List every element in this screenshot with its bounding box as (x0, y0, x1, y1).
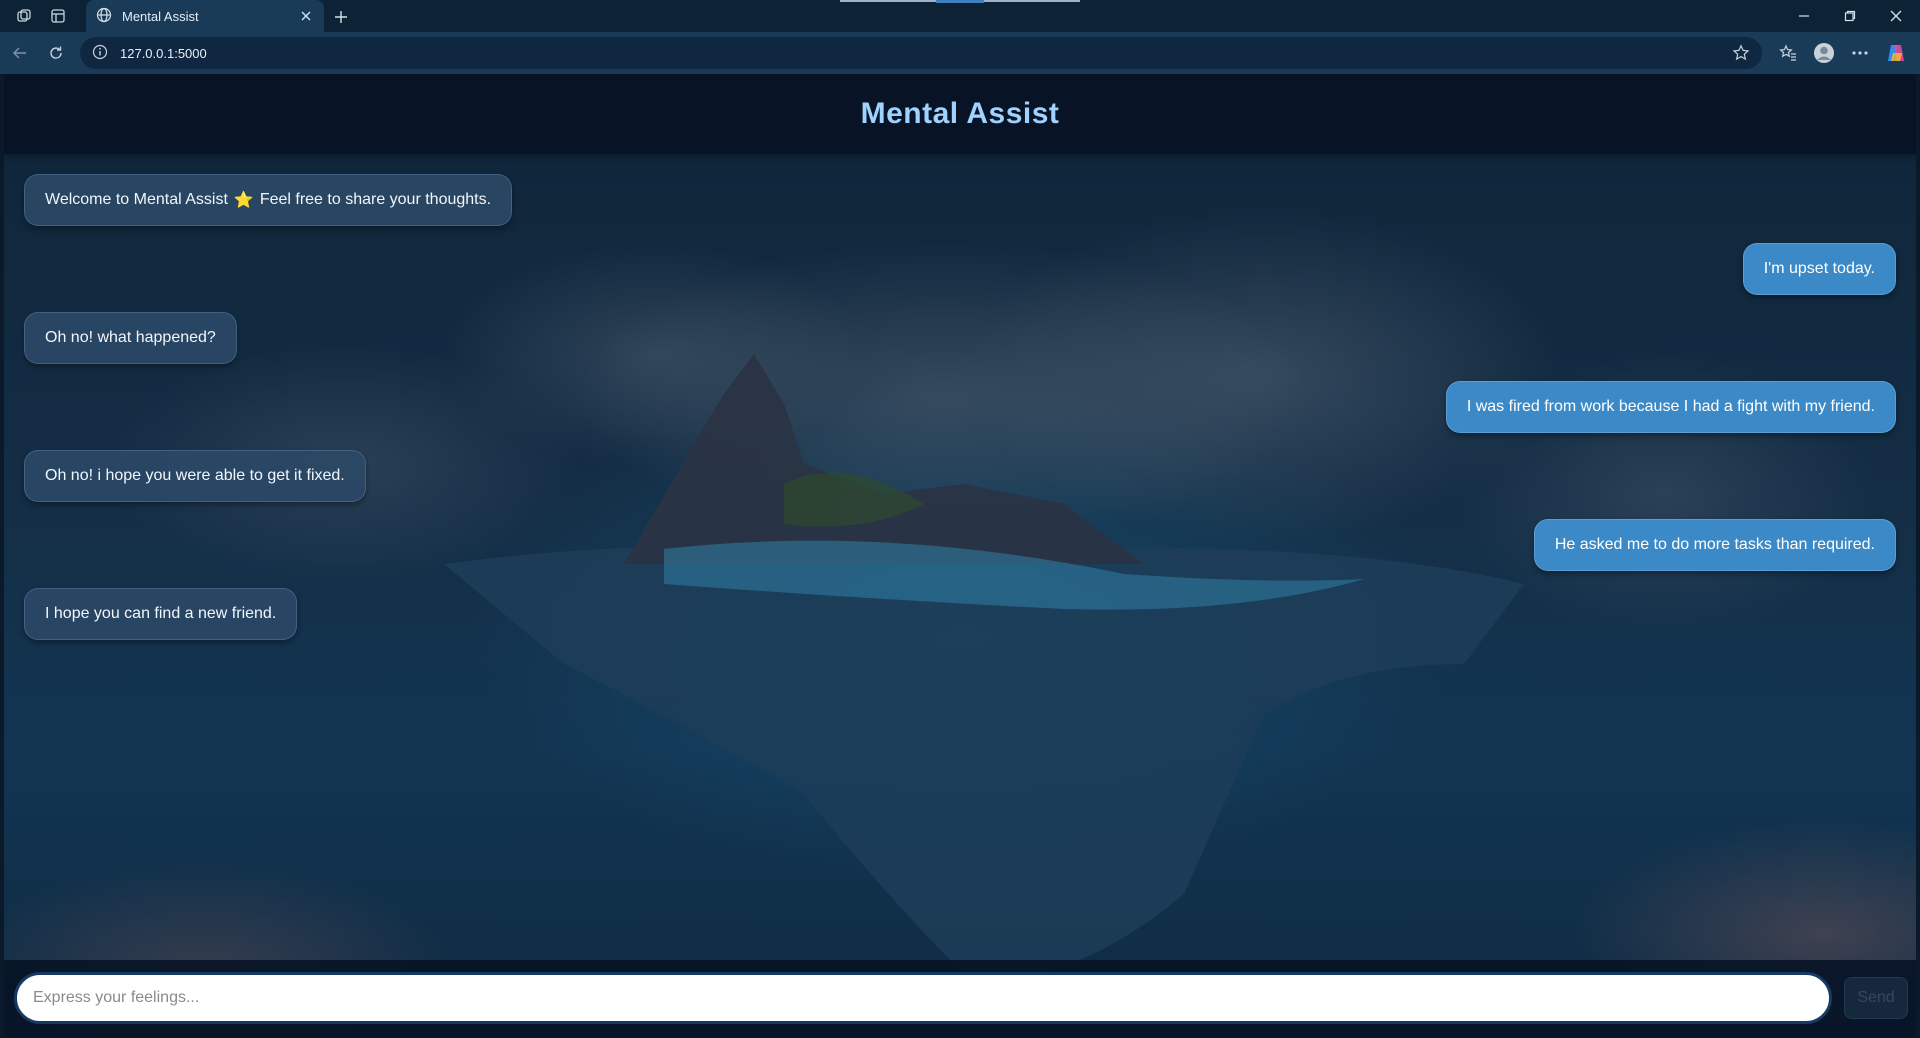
profile-avatar-icon[interactable] (1812, 41, 1836, 65)
restore-icon[interactable] (1838, 4, 1862, 28)
feelings-input[interactable] (14, 972, 1832, 1024)
bot-message: Oh no! i hope you were able to get it fi… (24, 450, 366, 502)
user-message: He asked me to do more tasks than requir… (1533, 519, 1896, 571)
more-options-icon[interactable] (1848, 41, 1872, 65)
bot-message: Oh no! what happened? (24, 312, 237, 364)
site-info-icon[interactable] (92, 44, 110, 62)
send-button[interactable]: Send (1844, 977, 1908, 1019)
copilot-icon[interactable] (1884, 41, 1908, 65)
bot-message: I hope you can find a new friend. (24, 588, 298, 640)
new-tab-icon[interactable] (330, 6, 352, 28)
favorites-icon[interactable] (1776, 41, 1800, 65)
star-emoji-icon: ⭐ (233, 192, 254, 209)
favorite-star-icon[interactable] (1732, 44, 1750, 62)
browser-tab[interactable]: Mental Assist (86, 0, 324, 32)
app-title: Mental Assist (860, 97, 1060, 130)
message-text: I hope you can find a new friend. (45, 605, 277, 622)
page-viewport: Mental Assist Welcome to Mental Assist ⭐… (4, 74, 1916, 1038)
message-text: Welcome to Mental Assist (45, 191, 228, 208)
address-bar[interactable]: 127.0.0.1:5000 (80, 37, 1762, 69)
composer-bar: Send (4, 960, 1916, 1038)
globe-icon (96, 7, 112, 26)
close-window-icon[interactable] (1884, 4, 1908, 28)
workspaces-icon[interactable] (14, 6, 34, 26)
back-icon[interactable] (8, 41, 32, 65)
url-text: 127.0.0.1:5000 (120, 45, 207, 61)
message-text: I'm upset today. (1763, 260, 1875, 277)
reload-icon[interactable] (44, 41, 68, 65)
browser-toolbar: 127.0.0.1:5000 (0, 32, 1920, 74)
user-message: I was fired from work because I had a fi… (1445, 381, 1896, 433)
message-text: He asked me to do more tasks than requir… (1554, 536, 1875, 553)
message-text: Oh no! i hope you were able to get it fi… (45, 467, 345, 484)
browser-title-bar: Mental Assist (0, 0, 1920, 32)
tab-actions-icon[interactable] (48, 6, 68, 26)
user-message: I'm upset today. (1742, 243, 1896, 295)
chat-messages: Welcome to Mental Assist ⭐ Feel free to … (4, 154, 1916, 960)
bot-message: Welcome to Mental Assist ⭐ Feel free to … (24, 174, 513, 226)
message-text: I was fired from work because I had a fi… (1466, 398, 1875, 415)
close-tab-icon[interactable] (298, 8, 314, 24)
window-drag-hint-active (936, 0, 984, 3)
app-header: Mental Assist (4, 74, 1916, 154)
message-text: Oh no! what happened? (45, 329, 216, 346)
minimize-icon[interactable] (1792, 4, 1816, 28)
tab-title: Mental Assist (122, 8, 199, 24)
message-text: Feel free to share your thoughts. (259, 191, 492, 208)
